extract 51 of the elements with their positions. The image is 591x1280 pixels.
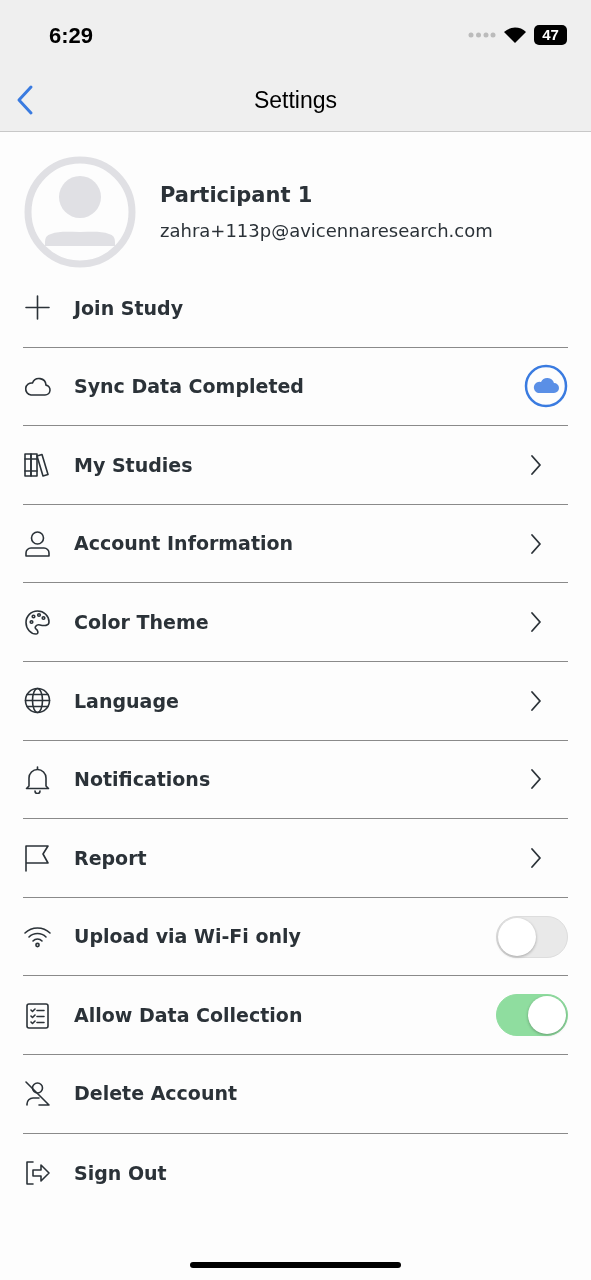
participant-email: zahra+113p@avicennaresearch.com bbox=[160, 219, 493, 244]
settings-row[interactable]: Upload via Wi-Fi only bbox=[23, 897, 568, 977]
chevron-icon bbox=[530, 689, 542, 712]
plus-icon bbox=[23, 293, 52, 323]
row-label: Upload via Wi-Fi only bbox=[74, 924, 302, 950]
checklist-icon bbox=[23, 1000, 52, 1030]
chevron-icon bbox=[530, 532, 542, 555]
wifi-icon bbox=[504, 27, 526, 43]
settings-row[interactable]: Join Study bbox=[23, 269, 568, 348]
bell-icon bbox=[23, 764, 52, 794]
toggle-switch[interactable] bbox=[496, 994, 568, 1037]
settings-row[interactable]: Delete Account bbox=[23, 1054, 568, 1134]
chevron-icon bbox=[530, 768, 542, 791]
signal-icon bbox=[468, 32, 496, 38]
status-time: 6:29 bbox=[49, 21, 94, 50]
row-label: Sign Out bbox=[74, 1160, 168, 1186]
battery-level: 47 bbox=[534, 25, 567, 45]
row-label: My Studies bbox=[74, 452, 194, 478]
avatar-icon bbox=[24, 156, 136, 268]
settings-row[interactable]: Color Theme bbox=[23, 583, 568, 662]
row-label: Color Theme bbox=[74, 609, 210, 635]
settings-row[interactable]: Allow Data Collection bbox=[23, 976, 568, 1055]
row-label: Allow Data Collection bbox=[74, 1002, 304, 1028]
settings-row[interactable]: Language bbox=[23, 661, 568, 741]
sign-out-icon bbox=[23, 1158, 52, 1188]
settings-row[interactable]: Report bbox=[23, 819, 568, 898]
settings-row[interactable]: Account Information bbox=[23, 504, 568, 584]
user-icon bbox=[23, 529, 52, 559]
globe-icon bbox=[23, 686, 52, 716]
chevron-icon bbox=[530, 846, 542, 869]
palette-icon bbox=[23, 607, 52, 637]
settings-row[interactable]: Sync Data Completed bbox=[23, 347, 568, 427]
books-icon bbox=[23, 450, 52, 480]
user-slash-icon bbox=[23, 1079, 52, 1109]
page-title: Settings bbox=[253, 86, 338, 116]
chevron-icon bbox=[530, 454, 542, 476]
chevron-icon bbox=[530, 611, 542, 634]
row-label: Report bbox=[74, 845, 148, 871]
settings-row[interactable]: My Studies bbox=[23, 426, 568, 505]
cloud-status-icon bbox=[524, 364, 568, 409]
row-label: Account Information bbox=[74, 531, 295, 557]
row-label: Delete Account bbox=[74, 1081, 239, 1107]
row-label: Notifications bbox=[74, 767, 212, 793]
toggle-switch[interactable] bbox=[496, 915, 568, 958]
settings-row[interactable]: Notifications bbox=[23, 740, 568, 820]
participant-name: Participant 1 bbox=[160, 181, 314, 209]
row-label: Sync Data Completed bbox=[74, 374, 305, 400]
row-label: Join Study bbox=[74, 295, 185, 321]
row-label: Language bbox=[74, 688, 180, 714]
flag-icon bbox=[23, 843, 52, 873]
settings-row[interactable]: Sign Out bbox=[23, 1133, 568, 1213]
